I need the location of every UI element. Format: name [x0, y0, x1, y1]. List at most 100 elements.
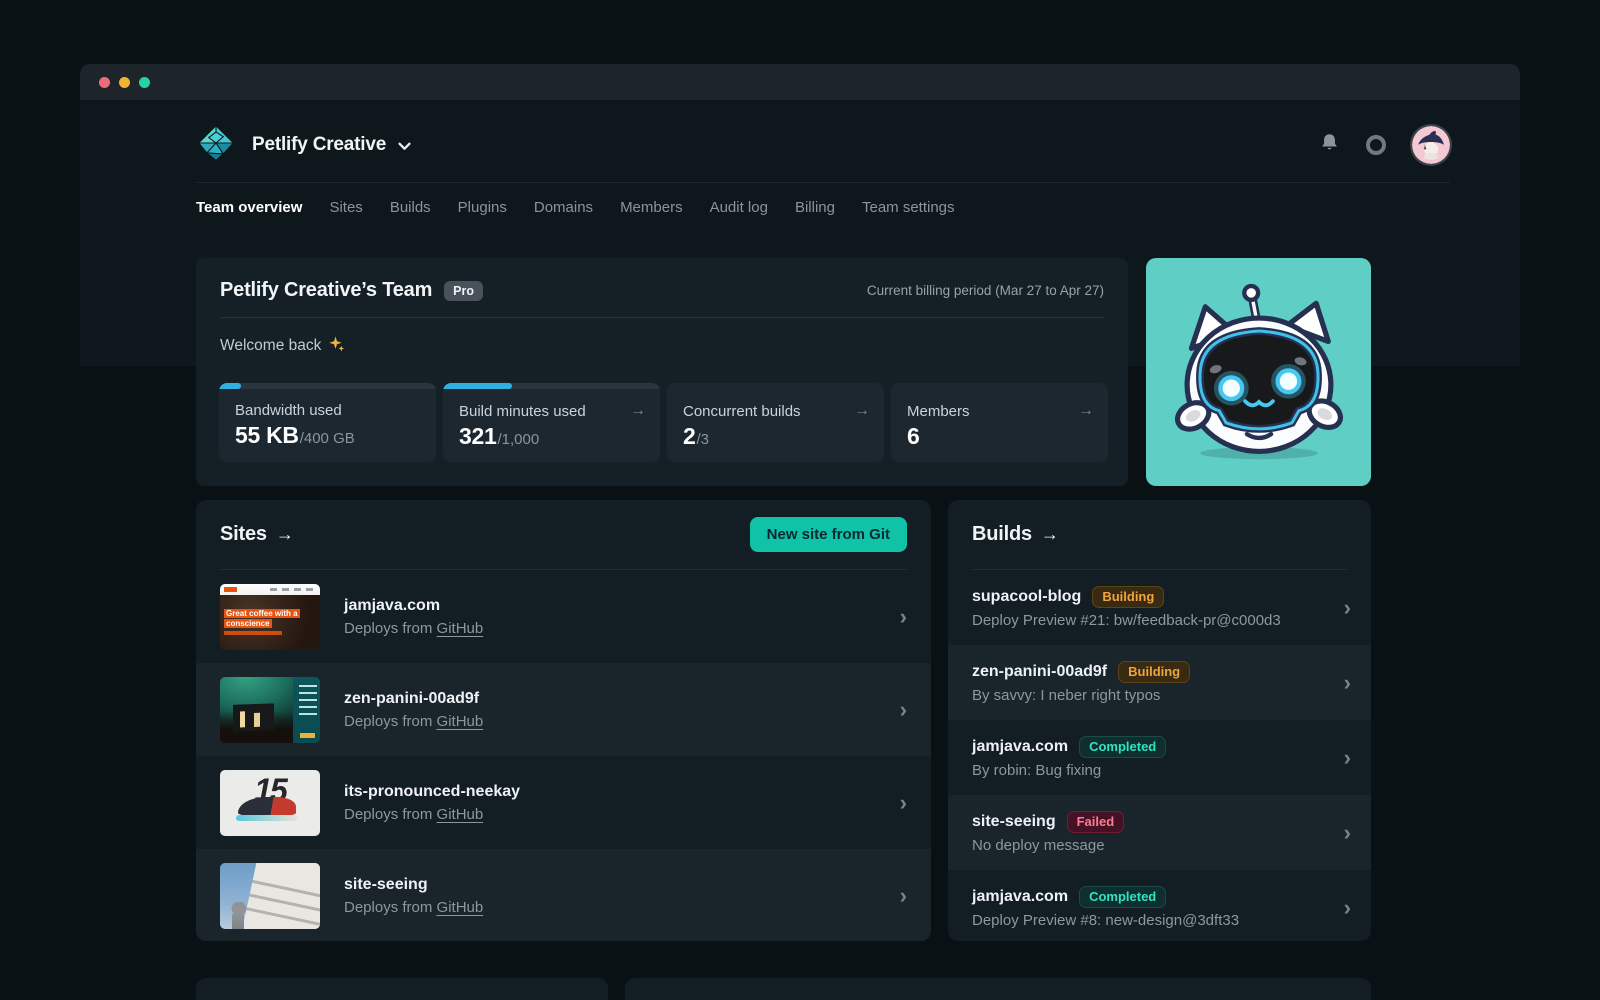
- status-ring-icon[interactable]: [1366, 135, 1386, 155]
- build-title-row: site-seeing Failed: [972, 811, 1124, 833]
- build-message: Deploy Preview #8: new-design@3dft33: [972, 912, 1239, 929]
- nav-item[interactable]: Billing: [795, 195, 835, 220]
- build-title-row: jamjava.com Completed: [972, 736, 1166, 758]
- nav-item[interactable]: Domains: [534, 195, 593, 220]
- close-window-button[interactable]: [99, 77, 110, 88]
- nav-item[interactable]: Builds: [390, 195, 431, 220]
- chevron-right-icon: ›: [1344, 822, 1351, 844]
- build-title-row: supacool-blog Building: [972, 586, 1281, 608]
- site-row[interactable]: Great coffee with a conscience jamjava.c…: [196, 570, 931, 663]
- nav-item-label: Plugins: [458, 199, 507, 216]
- build-info: jamjava.com Completed Deploy Preview #8:…: [972, 886, 1239, 929]
- stat-label: Bandwidth used: [235, 402, 342, 419]
- build-info: zen-panini-00ad9f Building By savvy: I n…: [972, 661, 1190, 704]
- team-overview-card: Petlify Creative’s Team Pro Current bill…: [196, 258, 1128, 486]
- builds-heading-text: Builds: [972, 523, 1032, 546]
- github-link[interactable]: GitHub: [437, 620, 484, 637]
- build-row[interactable]: jamjava.com Completed By robin: Bug fixi…: [948, 720, 1371, 795]
- usage-stat-card[interactable]: Bandwidth used 55 KB /400 GB: [219, 383, 436, 462]
- nav-item[interactable]: Team settings: [862, 195, 955, 220]
- primary-nav: Team overview Sites Builds Plugins Domai…: [196, 195, 955, 220]
- site-info: site-seeing Deploys from GitHub: [344, 876, 483, 916]
- site-row[interactable]: zen-panini-00ad9f Deploys from GitHub ›: [196, 663, 931, 756]
- stat-value-row: 6: [907, 423, 1094, 450]
- usage-stat-card[interactable]: Concurrent builds → 2 /3: [667, 383, 884, 462]
- builds-heading-link[interactable]: Builds →: [972, 523, 1059, 546]
- arrow-right-icon: →: [630, 402, 646, 420]
- github-link[interactable]: GitHub: [437, 713, 484, 730]
- nav-item-label: Team overview: [196, 199, 302, 216]
- chevron-right-icon: ›: [1344, 747, 1351, 769]
- build-status-badge: Completed: [1079, 886, 1166, 908]
- welcome-message: Welcome back: [220, 335, 1104, 357]
- sites-heading-text: Sites: [220, 523, 267, 546]
- arrow-right-icon: →: [276, 524, 294, 545]
- stat-limit: /1,000: [497, 431, 539, 448]
- site-row[interactable]: 15 its-pronounced-neekay Deploys from Gi…: [196, 756, 931, 849]
- stat-progress-fill: [443, 383, 512, 389]
- build-message: By savvy: I neber right typos: [972, 687, 1190, 704]
- app-header: Petlify Creative: [196, 121, 1450, 169]
- build-title-row: zen-panini-00ad9f Building: [972, 661, 1190, 683]
- nav-item-label: Members: [620, 199, 683, 216]
- nav-item[interactable]: Members: [620, 195, 683, 220]
- nav-item[interactable]: Audit log: [710, 195, 768, 220]
- new-site-from-git-button[interactable]: New site from Git: [750, 517, 907, 552]
- team-card-title: Petlify Creative’s Team: [220, 279, 432, 302]
- stat-value-row: 2 /3: [683, 423, 870, 450]
- sites-panel-header: Sites → New site from Git: [196, 500, 931, 569]
- build-message: Deploy Preview #21: bw/feedback-pr@c000d…: [972, 612, 1281, 629]
- stat-value-row: 55 KB /400 GB: [235, 422, 422, 449]
- team-switcher[interactable]: Petlify Creative: [196, 123, 411, 168]
- partial-card-left: [196, 978, 608, 1000]
- chevron-right-icon: ›: [900, 606, 907, 628]
- site-name: jamjava.com: [344, 597, 483, 615]
- build-info: supacool-blog Building Deploy Preview #2…: [972, 586, 1281, 629]
- stat-label-row: Members →: [907, 402, 1094, 420]
- build-status-badge: Completed: [1079, 736, 1166, 758]
- deploy-prefix: Deploys from: [344, 713, 437, 730]
- deploy-prefix: Deploys from: [344, 806, 437, 823]
- nav-item[interactable]: Plugins: [458, 195, 507, 220]
- build-site-name: site-seeing: [972, 813, 1056, 831]
- maximize-window-button[interactable]: [139, 77, 150, 88]
- stat-progress-track: [443, 383, 660, 389]
- build-site-name: jamjava.com: [972, 888, 1068, 906]
- site-thumbnail: [220, 677, 320, 743]
- stat-progress-fill: [219, 383, 241, 389]
- stat-limit: /3: [697, 431, 710, 448]
- stat-value: 55 KB: [235, 422, 299, 449]
- usage-stat-card[interactable]: Members → 6: [891, 383, 1108, 462]
- team-mascot-card: [1146, 258, 1371, 486]
- github-link[interactable]: GitHub: [437, 806, 484, 823]
- stat-value: 321: [459, 423, 496, 450]
- stat-label: Concurrent builds: [683, 403, 801, 420]
- usage-stats-row: Bandwidth used 55 KB /400 GB Build minut…: [219, 383, 1108, 462]
- build-row[interactable]: zen-panini-00ad9f Building By savvy: I n…: [948, 645, 1371, 720]
- sites-heading-link[interactable]: Sites →: [220, 523, 294, 546]
- build-site-name: zen-panini-00ad9f: [972, 663, 1107, 681]
- github-link[interactable]: GitHub: [437, 899, 484, 916]
- build-row[interactable]: jamjava.com Completed Deploy Preview #8:…: [948, 870, 1371, 941]
- minimize-window-button[interactable]: [119, 77, 130, 88]
- chevron-right-icon: ›: [900, 792, 907, 814]
- build-message: No deploy message: [972, 837, 1124, 854]
- nav-item[interactable]: Team overview: [196, 195, 302, 220]
- nav-item[interactable]: Sites: [329, 195, 362, 220]
- deploy-prefix: Deploys from: [344, 899, 437, 916]
- partial-card-right: [625, 978, 1371, 1000]
- notifications-bell-icon[interactable]: [1319, 131, 1340, 159]
- usage-stat-card[interactable]: Build minutes used → 321 /1,000: [443, 383, 660, 462]
- chevron-right-icon: ›: [1344, 672, 1351, 694]
- stat-limit: /400 GB: [300, 430, 355, 447]
- build-row[interactable]: site-seeing Failed No deploy message ›: [948, 795, 1371, 870]
- builds-panel: Builds → supacool-blog Building Deploy P…: [948, 500, 1371, 941]
- build-info: site-seeing Failed No deploy message: [972, 811, 1124, 854]
- nav-item-label: Team settings: [862, 199, 955, 216]
- site-row[interactable]: site-seeing Deploys from GitHub ›: [196, 849, 931, 941]
- site-name: zen-panini-00ad9f: [344, 690, 483, 708]
- build-row[interactable]: supacool-blog Building Deploy Preview #2…: [948, 570, 1371, 645]
- site-info: jamjava.com Deploys from GitHub: [344, 597, 483, 637]
- build-site-name: jamjava.com: [972, 738, 1068, 756]
- user-avatar[interactable]: [1412, 126, 1450, 164]
